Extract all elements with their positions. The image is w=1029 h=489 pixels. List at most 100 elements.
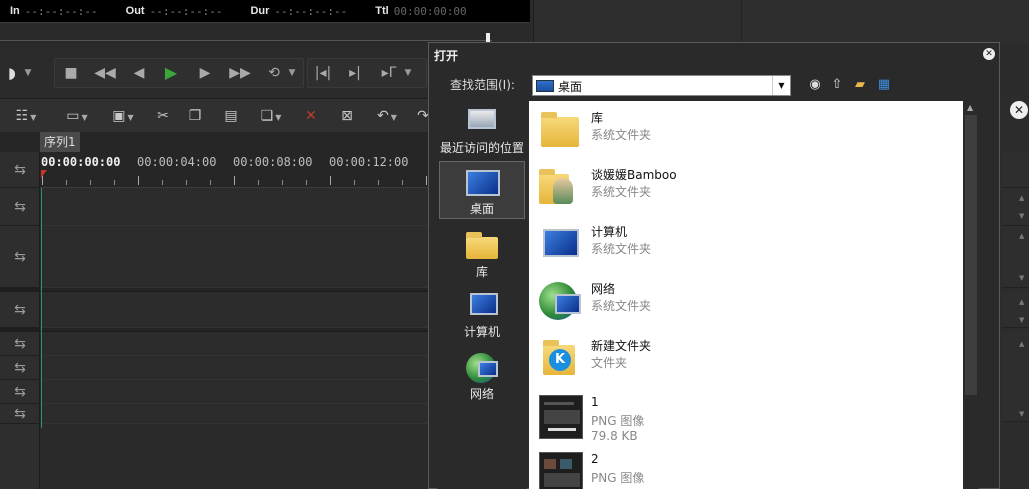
new-folder-icon[interactable]: ▰ [852, 77, 868, 93]
timeline-tracks[interactable] [41, 188, 430, 489]
ruler-tick [186, 180, 187, 185]
timeline-track[interactable] [41, 226, 430, 288]
go-to-out-icon[interactable]: ▸| [344, 62, 366, 84]
timeline-ruler[interactable]: 00:00:00:00 00:00:04:00 00:00:08:00 00:0… [40, 152, 451, 188]
save-icon[interactable]: ▣ ▼ [106, 107, 140, 125]
network-icon [466, 353, 498, 383]
go-to-in-icon[interactable]: |◂| [312, 62, 334, 84]
step-back-icon[interactable]: ◀ [130, 62, 148, 84]
track-toggle-icon[interactable]: ⇆ [0, 356, 40, 380]
scrub-bar[interactable] [0, 40, 492, 41]
timeline-track[interactable] [41, 188, 430, 226]
image-thumbnail [537, 450, 583, 489]
list-item[interactable]: K 新建文件夹 文件夹 [535, 333, 955, 390]
scroll-up-icon[interactable]: ▲ [1019, 194, 1024, 202]
libraries-icon [537, 107, 583, 153]
ripple-delete-icon[interactable]: ⊠ [336, 107, 358, 125]
track-toggle-icon[interactable]: ⇆ [0, 226, 40, 288]
scrollbar-thumb[interactable] [965, 115, 977, 395]
place-libraries[interactable]: 库 [439, 225, 525, 279]
copy-icon[interactable]: ❐ [186, 107, 204, 125]
libraries-icon [466, 231, 498, 259]
list-item[interactable]: 网络 系统文件夹 [535, 276, 955, 333]
place-recent[interactable]: 最近访问的位置 [439, 101, 525, 157]
out-value: --:--:--:-- [149, 4, 223, 18]
back-icon[interactable]: ◉ [807, 77, 823, 93]
list-item[interactable]: 库 系统文件夹 [535, 105, 955, 162]
ruler-tick [114, 180, 115, 185]
place-computer[interactable]: 计算机 [439, 285, 525, 341]
track-toggle-icon[interactable]: ⇆ [0, 292, 40, 328]
list-item[interactable]: 2 PNG 图像 [535, 448, 955, 489]
timeline-track[interactable] [41, 332, 430, 356]
play-icon[interactable]: ▶ [160, 62, 182, 84]
scroll-down-icon[interactable]: ▼ [1019, 212, 1024, 220]
paste-icon[interactable]: ▤ [222, 107, 240, 125]
open-folder-icon[interactable]: ▭ ▼ [58, 107, 96, 125]
place-network[interactable]: 网络 [439, 347, 525, 403]
view-menu-icon[interactable]: ▦ [876, 77, 892, 93]
rewind-icon[interactable]: ◀◀ [94, 62, 116, 84]
file-type: PNG 图像 [591, 471, 645, 485]
track-toggle-icon[interactable]: ⇆ [0, 332, 40, 356]
track-toggle-icon[interactable]: ⇆ [0, 152, 40, 188]
scroll-up-icon[interactable]: ▲ [1019, 232, 1024, 240]
close-icon[interactable]: ✕ [1010, 101, 1028, 119]
step-forward-icon[interactable]: ▶ [196, 62, 214, 84]
add-track-icon[interactable]: ☷ ▼ [12, 107, 40, 125]
playhead-marker[interactable] [41, 170, 47, 178]
place-label: 库 [475, 265, 488, 279]
scroll-up-icon[interactable]: ▲ [1019, 340, 1024, 348]
chevron-down-icon[interactable]: ▼ [22, 62, 34, 84]
ruler-tick [138, 176, 139, 185]
right-track-slot [1002, 226, 1029, 288]
timeline-cursor-line [41, 188, 42, 428]
tab-sequence-1[interactable]: 序列1 [40, 132, 80, 152]
split-icon[interactable]: ▸Γ [378, 62, 400, 84]
look-in-select[interactable]: 桌面 ▼ [532, 75, 791, 96]
delete-icon[interactable]: ✕ [302, 107, 320, 125]
scroll-up-icon[interactable]: ▲ [967, 103, 973, 112]
computer-icon [466, 291, 498, 319]
chevron-down-icon[interactable]: ▼ [402, 62, 414, 84]
ttl-value: 00:00:00:00 [393, 4, 467, 18]
undo-icon[interactable]: ↶ ▼ [370, 107, 404, 125]
ruler-tick [90, 180, 91, 185]
chevron-down-icon[interactable]: ▼ [286, 62, 298, 84]
chevron-down-icon[interactable]: ▼ [772, 76, 790, 95]
scroll-down-icon[interactable]: ▼ [1019, 274, 1024, 282]
marker-icon[interactable]: ◗ [2, 62, 22, 84]
loop-icon[interactable]: ⟲ [264, 62, 284, 84]
file-list[interactable]: 库 系统文件夹 谈媛媛Bamboo 系统文件夹 计算机 系统文件夹 网络 系统文… [529, 101, 963, 489]
track-toggle-icon[interactable]: ⇆ [0, 188, 40, 226]
ruler-tick [210, 180, 211, 185]
out-timecode: Out --:--:--:-- [126, 5, 223, 18]
image-thumbnail [537, 393, 583, 439]
stop-icon[interactable]: ■ [62, 62, 80, 84]
network-icon [537, 278, 583, 324]
ruler-tick [66, 180, 67, 185]
ruler-label: 00:00:04:00 [137, 155, 217, 169]
timeline-track[interactable] [41, 356, 430, 380]
file-name: 新建文件夹 [591, 339, 652, 353]
fast-forward-icon[interactable]: ▶▶ [228, 62, 252, 84]
track-toggle-icon[interactable]: ⇆ [0, 404, 40, 424]
paste-special-icon[interactable]: ❏ ▼ [254, 107, 288, 125]
list-item[interactable]: 谈媛媛Bamboo 系统文件夹 [535, 162, 955, 219]
scroll-down-icon[interactable]: ▼ [1019, 410, 1024, 418]
timeline-track[interactable] [41, 292, 430, 328]
dur-timecode: Dur --:--:--:-- [250, 5, 347, 18]
list-item[interactable]: 计算机 系统文件夹 [535, 219, 955, 276]
track-toggle-icon[interactable]: ⇆ [0, 380, 40, 404]
list-item[interactable]: 1 PNG 图像 79.8 KB [535, 391, 955, 448]
file-list-scrollbar[interactable]: ▲ [963, 101, 979, 489]
cut-icon[interactable]: ✂ [154, 107, 172, 125]
place-desktop[interactable]: 桌面 [439, 161, 525, 219]
timeline-track[interactable] [41, 404, 430, 424]
scroll-up-icon[interactable]: ▲ [1019, 298, 1024, 306]
timeline-track[interactable] [41, 380, 430, 404]
close-icon[interactable]: ✕ [983, 48, 995, 60]
file-name: 谈媛媛Bamboo [591, 168, 677, 182]
scroll-down-icon[interactable]: ▼ [1019, 316, 1024, 324]
up-folder-icon[interactable]: ⇧ [829, 77, 845, 93]
